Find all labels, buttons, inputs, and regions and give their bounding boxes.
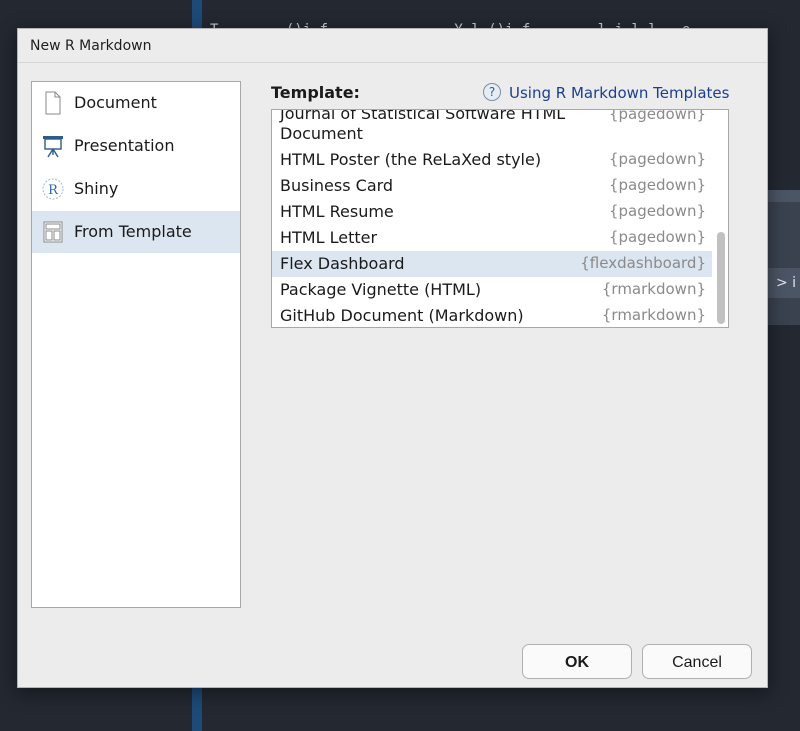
type-item-from-template[interactable]: From Template — [32, 211, 240, 253]
template-row[interactable]: Package Vignette (HTML) {rmarkdown} — [272, 277, 712, 303]
template-row-selected[interactable]: Flex Dashboard {flexdashboard} — [272, 251, 712, 277]
template-package: {flexdashboard} — [580, 254, 706, 272]
template-package: {pagedown} — [608, 150, 706, 168]
template-icon — [42, 220, 64, 244]
type-item-shiny[interactable]: R Shiny — [32, 168, 240, 210]
template-row[interactable]: HTML Letter {pagedown} — [272, 225, 712, 251]
template-list[interactable]: Journal of Statistical Software HTML Doc… — [271, 109, 729, 328]
template-package: {pagedown} — [608, 228, 706, 246]
template-row[interactable]: HTML Poster (the ReLaXed style) {pagedow… — [272, 147, 712, 173]
type-label-from-template: From Template — [74, 222, 192, 241]
template-name: GitHub Document (Markdown) — [280, 306, 524, 325]
type-item-presentation[interactable]: Presentation — [32, 125, 240, 167]
template-list-scrollbar[interactable] — [717, 232, 725, 324]
template-package: {pagedown} — [608, 202, 706, 220]
template-package: {rmarkdown} — [601, 306, 706, 324]
template-name: Package Vignette (HTML) — [280, 280, 482, 299]
ide-side-panel-header — [768, 190, 800, 202]
template-package: {pagedown} — [608, 176, 706, 194]
template-package: {rmarkdown} — [601, 280, 706, 298]
ide-side-panel — [768, 190, 800, 325]
template-name: Business Card — [280, 176, 394, 195]
svg-text:R: R — [48, 183, 59, 198]
new-r-markdown-dialog: New R Markdown Document Presentation R S… — [17, 28, 768, 688]
template-row[interactable]: Business Card {pagedown} — [272, 173, 712, 199]
type-label-presentation: Presentation — [74, 136, 175, 155]
ide-side-panel-row[interactable]: > i — [768, 268, 800, 298]
template-name: HTML Poster (the ReLaXed style) — [280, 150, 542, 169]
type-item-document[interactable]: Document — [32, 82, 240, 124]
template-row[interactable]: GitHub Document (Markdown) {rmarkdown} — [272, 303, 712, 327]
presentation-icon — [42, 134, 64, 158]
template-row[interactable]: HTML Resume {pagedown} — [272, 199, 712, 225]
dialog-title: New R Markdown — [30, 38, 152, 54]
template-name: HTML Resume — [280, 202, 394, 221]
ok-button[interactable]: OK — [522, 644, 632, 679]
shiny-icon: R — [42, 177, 64, 201]
template-package: {pagedown} — [608, 109, 706, 123]
template-row[interactable]: Journal of Statistical Software HTML Doc… — [272, 110, 712, 145]
template-name: HTML Letter — [280, 228, 378, 247]
question-icon[interactable]: ? — [483, 83, 501, 101]
type-label-document: Document — [74, 93, 157, 112]
document-type-list: Document Presentation R Shiny From Templ… — [31, 81, 241, 608]
type-label-shiny: Shiny — [74, 179, 119, 198]
help-link-label[interactable]: Using R Markdown Templates — [509, 84, 729, 102]
template-header: Template: — [271, 83, 360, 102]
document-icon — [42, 91, 64, 115]
template-name: Flex Dashboard — [280, 254, 405, 273]
dialog-titlebar[interactable]: New R Markdown — [18, 29, 767, 63]
cancel-button[interactable]: Cancel — [642, 644, 752, 679]
template-name: Journal of Statistical Software HTML Doc… — [280, 109, 566, 143]
